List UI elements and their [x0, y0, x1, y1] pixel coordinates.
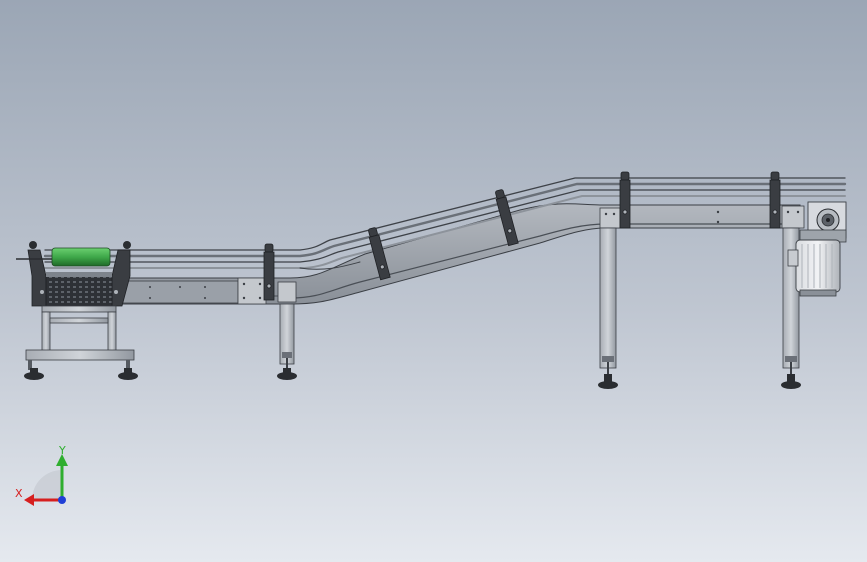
orientation-triad: Y X	[15, 444, 68, 506]
joint-plate	[237, 277, 267, 305]
x-axis-label: X	[15, 487, 23, 500]
joint-plate	[599, 207, 621, 229]
joint-plate	[277, 281, 297, 303]
conveyor-drawing: Y X	[15, 171, 847, 506]
joint-plate	[781, 205, 805, 229]
leveling-foot	[24, 368, 801, 389]
infeed-head	[16, 241, 131, 307]
side-panel	[119, 280, 239, 304]
chain-block	[45, 275, 113, 307]
infeed-stand	[25, 305, 135, 370]
y-axis-label: Y	[58, 444, 66, 457]
cad-viewport[interactable]: Y X	[0, 0, 867, 562]
motor	[795, 239, 841, 293]
green-roller	[51, 247, 111, 267]
support-leg	[279, 303, 295, 370]
conveyor-frame	[114, 203, 805, 305]
support-leg	[599, 227, 617, 374]
